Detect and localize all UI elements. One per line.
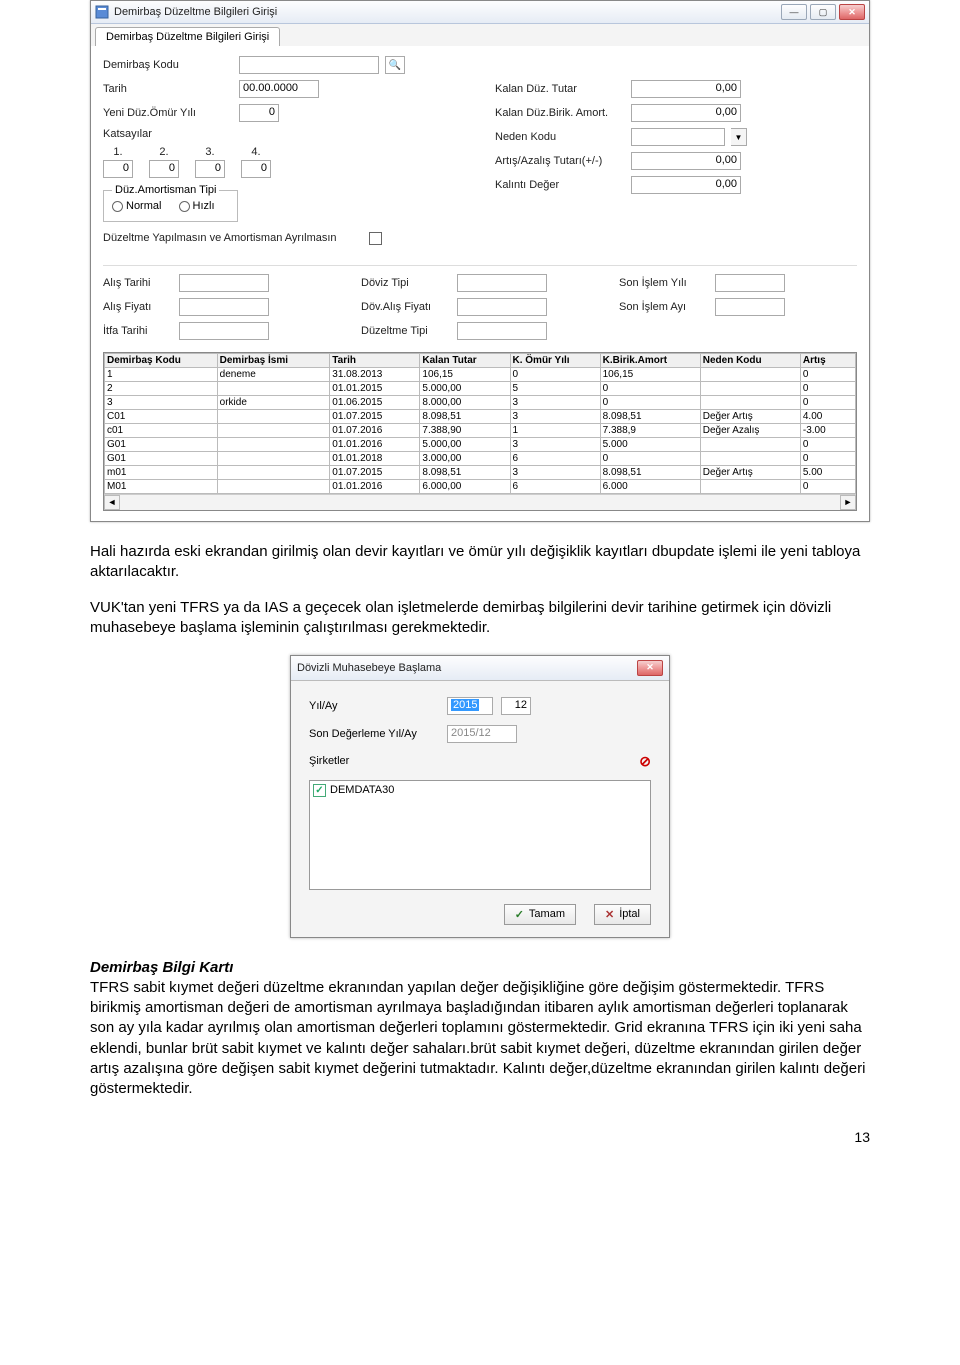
list-item: ✓ DEMDATA30 [313, 784, 647, 797]
close-button[interactable]: ✕ [839, 4, 865, 20]
label-katsayilar: Katsayılar [103, 128, 233, 140]
dov-alis-fiyati-input[interactable] [457, 298, 547, 316]
katsayi-1-input[interactable]: 0 [103, 160, 133, 178]
paragraph-2: VUK'tan yeni TFRS ya da IAS a geçecek ol… [90, 598, 870, 639]
scroll-left-icon[interactable]: ◄ [104, 495, 120, 510]
tabstrip: Demirbaş Düzeltme Bilgileri Girişi [91, 24, 869, 46]
table-row[interactable]: C0101.07.20158.098,5138.098,51Değer Artı… [105, 409, 856, 423]
label-kalan-duz-tutar: Kalan Düz. Tutar [495, 83, 625, 95]
titlebar[interactable]: Demirbaş Düzeltme Bilgileri Girişi — ▢ ✕ [91, 1, 869, 24]
grid-scrollbar[interactable]: ◄ ► [104, 494, 856, 510]
dialog-close-button[interactable]: ✕ [637, 660, 663, 676]
lookup-icon[interactable]: 🔍 [385, 56, 405, 74]
label-kalan-duz-birik: Kalan Düz.Birik. Amort. [495, 107, 625, 119]
grid-header[interactable]: Tarih [330, 353, 420, 367]
duzeltme-yapilmasin-checkbox[interactable] [369, 232, 382, 245]
neden-kodu-select[interactable] [631, 128, 725, 146]
alis-fiyati-input[interactable] [179, 298, 269, 316]
katsayi-4-input[interactable]: 0 [241, 160, 271, 178]
kalan-duz-tutar-input[interactable]: 0,00 [631, 80, 741, 98]
kalinti-deger-input[interactable]: 0,00 [631, 176, 741, 194]
label-artis-azalis: Artış/Azalış Tutarı(+/-) [495, 155, 625, 167]
label-neden-kodu: Neden Kodu [495, 131, 625, 143]
label-doviz-tipi: Döviz Tipi [361, 277, 451, 289]
yil-input[interactable]: 2015 [447, 697, 493, 715]
paragraph-3: TFRS sabit kıymet değeri düzeltme ekranı… [90, 979, 865, 1097]
data-grid[interactable]: Demirbaş KoduDemirbaş İsmiTarihKalan Tut… [103, 352, 857, 511]
table-row[interactable]: 201.01.20155.000,00500 [105, 381, 856, 395]
table-row[interactable]: m0101.07.20158.098,5138.098,51Değer Artı… [105, 465, 856, 479]
maximize-button[interactable]: ▢ [810, 4, 836, 20]
label-itfa-tarihi: İtfa Tarihi [103, 325, 173, 337]
dialog-titlebar[interactable]: Dövizli Muhasebeye Başlama ✕ [291, 656, 669, 681]
ay-input[interactable]: 12 [501, 697, 531, 715]
label-alis-fiyati: Alış Fiyatı [103, 301, 173, 313]
radio-normal[interactable]: Normal [112, 200, 161, 212]
son-islem-yili-input[interactable] [715, 274, 785, 292]
radio-hizli[interactable]: Hızlı [179, 200, 215, 212]
table-row[interactable]: 3orkide01.06.20158.000,00300 [105, 395, 856, 409]
label-dov-alis-fiyati: Döv.Alış Fiyatı [361, 301, 451, 313]
amort-tipi-group: Düz.Amortisman Tipi Normal Hızlı [103, 184, 465, 222]
scroll-right-icon[interactable]: ► [840, 495, 856, 510]
table-row[interactable]: G0101.01.20183.000,00600 [105, 451, 856, 465]
dialog-title: Dövizli Muhasebeye Başlama [297, 662, 637, 674]
grid-header[interactable]: Demirbaş Kodu [105, 353, 218, 367]
label-alis-tarihi: Alış Tarihi [103, 277, 173, 289]
label-kalinti-deger: Kalıntı Değer [495, 179, 625, 191]
fixture-correction-window: Demirbaş Düzeltme Bilgileri Girişi — ▢ ✕… [90, 0, 870, 522]
cancel-button[interactable]: ✕İptal [594, 904, 651, 925]
checkbox-checked-icon[interactable]: ✓ [313, 784, 326, 797]
table-row[interactable]: 1deneme31.08.2013106,150106,150 [105, 367, 856, 381]
grid-header[interactable]: Kalan Tutar [420, 353, 510, 367]
grid-header[interactable]: Artış [800, 353, 855, 367]
itfa-tarihi-input[interactable] [179, 322, 269, 340]
grid-header[interactable]: Neden Kodu [700, 353, 800, 367]
demirbas-kodu-input[interactable] [239, 56, 379, 74]
katsayi-2-input[interactable]: 0 [149, 160, 179, 178]
company-listbox[interactable]: ✓ DEMDATA30 [309, 780, 651, 890]
currency-start-dialog: Dövizli Muhasebeye Başlama ✕ Yıl/Ay 2015… [290, 655, 670, 938]
label-duzeltme-tipi: Düzeltme Tipi [361, 325, 451, 337]
table-row[interactable]: M0101.01.20166.000,0066.0000 [105, 479, 856, 493]
tarih-input[interactable]: 00.00.0000 [239, 80, 319, 98]
katsayi-3-input[interactable]: 0 [195, 160, 225, 178]
duzeltme-tipi-input[interactable] [457, 322, 547, 340]
ok-button[interactable]: ✓Tamam [504, 904, 576, 925]
label-yil-ay: Yıl/Ay [309, 700, 439, 712]
grid-header[interactable]: Demirbaş İsmi [217, 353, 330, 367]
table-row[interactable]: G0101.01.20165.000,0035.0000 [105, 437, 856, 451]
label-sirketler: Şirketler [309, 755, 439, 767]
table-row[interactable]: c0101.07.20167.388,9017.388,9Değer Azalı… [105, 423, 856, 437]
yeni-duz-omur-input[interactable]: 0 [239, 104, 279, 122]
kalan-duz-birik-input[interactable]: 0,00 [631, 104, 741, 122]
tab-main[interactable]: Demirbaş Düzeltme Bilgileri Girişi [95, 27, 280, 46]
app-icon [95, 5, 109, 19]
label-son-islem-ayi: Son İşlem Ayı [619, 301, 709, 313]
label-yeni-duz-omur: Yeni Düz.Ömür Yılı [103, 107, 233, 119]
label-demirbas-kodu: Demirbaş Kodu [103, 59, 233, 71]
son-islem-ayi-input[interactable] [715, 298, 785, 316]
doviz-tipi-input[interactable] [457, 274, 547, 292]
page-number: 13 [90, 1129, 870, 1145]
no-entry-icon[interactable]: ⊘ [639, 753, 651, 770]
alis-tarihi-input[interactable] [179, 274, 269, 292]
label-son-islem-yili: Son İşlem Yılı [619, 277, 709, 289]
artis-azalis-input[interactable]: 0,00 [631, 152, 741, 170]
chevron-down-icon[interactable]: ▼ [731, 128, 747, 146]
grid-header[interactable]: K.Birik.Amort [600, 353, 700, 367]
label-tarih: Tarih [103, 83, 233, 95]
label-son-degerleme: Son Değerleme Yıl/Ay [309, 728, 439, 740]
section-title: Demirbaş Bilgi Kartı [90, 959, 233, 976]
label-duzeltme-yapilmasin: Düzeltme Yapılmasın ve Amortisman Ayrılm… [103, 232, 363, 244]
paragraph-1: Hali hazırda eski ekrandan girilmiş olan… [90, 542, 870, 583]
son-degerleme-input: 2015/12 [447, 725, 517, 743]
window-title: Demirbaş Düzeltme Bilgileri Girişi [114, 6, 781, 18]
grid-header[interactable]: K. Ömür Yılı [510, 353, 600, 367]
minimize-button[interactable]: — [781, 4, 807, 20]
